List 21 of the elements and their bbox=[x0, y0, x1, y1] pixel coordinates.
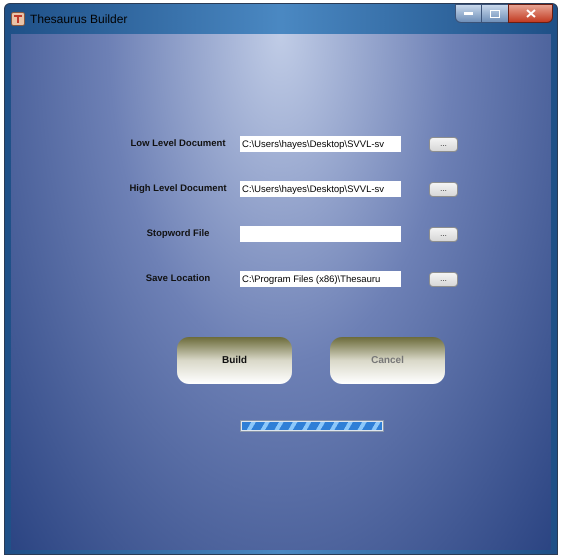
field-label: Stopword File bbox=[146, 226, 210, 241]
path-field[interactable]: C:\Program Files (x86)\Thesauru bbox=[240, 271, 401, 287]
window-title: Thesaurus Builder bbox=[30, 11, 128, 28]
path-field[interactable]: C:\Users\hayes\Desktop\SVVL-sv bbox=[240, 136, 401, 152]
action-button[interactable]: Build bbox=[177, 337, 292, 384]
browse-button[interactable]: ... bbox=[429, 272, 458, 286]
minimize-button[interactable] bbox=[455, 4, 482, 23]
browse-button[interactable]: ... bbox=[429, 136, 458, 152]
minimize-icon bbox=[464, 12, 473, 15]
browse-button[interactable]: ... bbox=[429, 226, 458, 242]
app-icon bbox=[11, 12, 25, 26]
maximize-button[interactable] bbox=[482, 4, 508, 23]
browse-button[interactable]: ... bbox=[429, 182, 458, 196]
close-button[interactable] bbox=[508, 4, 553, 23]
field-label: Low Level Document bbox=[129, 136, 226, 151]
field-label: Save Location bbox=[144, 272, 212, 286]
path-field[interactable] bbox=[240, 226, 401, 242]
maximize-icon bbox=[490, 10, 500, 18]
field-label: High Level Document bbox=[128, 182, 228, 196]
close-icon bbox=[526, 9, 536, 18]
path-field[interactable]: C:\Users\hayes\Desktop\SVVL-sv bbox=[240, 181, 401, 197]
